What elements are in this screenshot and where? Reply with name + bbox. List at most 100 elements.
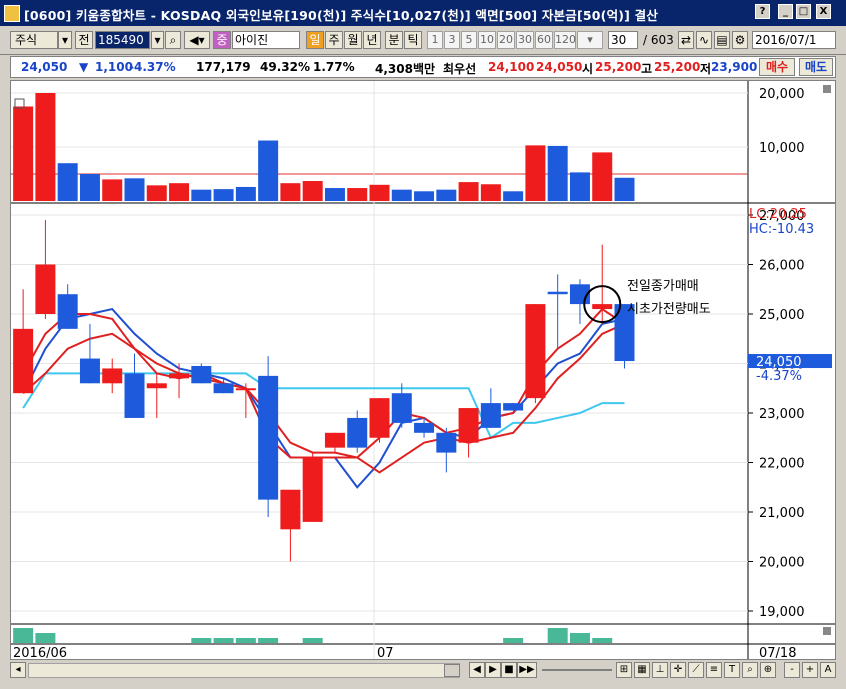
search-icon[interactable]: ⌕ bbox=[165, 31, 181, 49]
nav-next-button[interactable]: ▶ bbox=[485, 662, 501, 678]
grid-icon[interactable]: ⊞ bbox=[616, 662, 632, 678]
sub-indicator-bar bbox=[258, 638, 279, 643]
chart-canvas[interactable]: 20,00010,00027,00026,00025,00024,00023,0… bbox=[11, 81, 835, 659]
annotation-text-2: 시초가전량매도 bbox=[627, 302, 711, 317]
fib-tool-icon[interactable]: ≡ bbox=[706, 662, 722, 678]
volume-bar bbox=[13, 106, 34, 201]
code-dropdown-icon[interactable]: ▾ bbox=[151, 31, 164, 49]
sell-button[interactable]: 매도 bbox=[799, 58, 833, 76]
nav-stop-button[interactable]: ■ bbox=[501, 662, 517, 678]
candle-body bbox=[213, 383, 234, 394]
minute-option-30[interactable]: 30 bbox=[516, 31, 534, 49]
price-tick-label: 19,000 bbox=[759, 605, 805, 620]
open-price: 25,200 bbox=[595, 60, 642, 74]
volume-bar bbox=[503, 191, 524, 201]
volume-bar bbox=[302, 181, 323, 201]
prev-button[interactable]: 전 bbox=[75, 31, 93, 49]
minute-option-1[interactable]: 1 bbox=[427, 31, 443, 49]
candle-body bbox=[480, 403, 501, 428]
stock-name-field[interactable]: 아이진 bbox=[232, 31, 300, 49]
minute-custom-dropdown[interactable]: ▾ bbox=[577, 31, 603, 49]
volume-bar bbox=[458, 182, 479, 201]
zoom-out-button[interactable]: - bbox=[784, 662, 800, 678]
candle-body bbox=[13, 328, 34, 394]
tool-icon[interactable]: ⇄ bbox=[678, 31, 694, 49]
best-bid: 24,100 bbox=[488, 60, 535, 74]
volume-bar bbox=[369, 184, 390, 201]
x-label-0718: 07/18 bbox=[759, 646, 796, 659]
period-minute-button[interactable]: 분 bbox=[385, 31, 403, 49]
period-week-button[interactable]: 주 bbox=[325, 31, 343, 49]
zoom-slider[interactable] bbox=[542, 669, 612, 671]
title-bar: [0600] 키움종합차트 - KOSDAQ 외국인보유[190(천)] 주식수… bbox=[0, 0, 846, 26]
volume-bar bbox=[414, 191, 435, 201]
minute-option-5[interactable]: 5 bbox=[461, 31, 477, 49]
x-label-july: 07 bbox=[377, 646, 394, 659]
help-icon[interactable]: ? bbox=[755, 4, 770, 19]
chart-area: 20,00010,00027,00026,00025,00024,00023,0… bbox=[10, 80, 836, 660]
period-tick-button[interactable]: 틱 bbox=[404, 31, 422, 49]
zoom-reset-icon[interactable]: ⊕ bbox=[760, 662, 776, 678]
scroll-thumb[interactable] bbox=[444, 664, 460, 677]
stock-type-badge: 중 bbox=[213, 31, 231, 49]
print-icon[interactable]: ▤ bbox=[714, 31, 730, 49]
market-dropdown-icon[interactable]: ▾ bbox=[58, 31, 72, 49]
buy-button[interactable]: 매수 bbox=[759, 58, 795, 76]
candle-body bbox=[280, 489, 301, 530]
zoom-in-button[interactable]: + bbox=[802, 662, 818, 678]
sub-indicator-bar bbox=[547, 628, 568, 643]
candle-body bbox=[436, 432, 457, 453]
font-size-button[interactable]: A bbox=[820, 662, 836, 678]
speaker-icon[interactable]: ◀▾ bbox=[184, 31, 210, 49]
sub-indicator-bar bbox=[592, 638, 613, 643]
best-ask: 24,050 bbox=[536, 60, 583, 74]
volume-bar bbox=[235, 186, 256, 201]
current-price: 24,050 bbox=[21, 60, 68, 74]
settings-icon[interactable]: ⚙ bbox=[732, 31, 748, 49]
volume-bar bbox=[35, 93, 56, 201]
maximize-button[interactable]: □ bbox=[796, 4, 811, 19]
period-year-button[interactable]: 년 bbox=[363, 31, 381, 49]
nav-prev-button[interactable]: ◀ bbox=[469, 662, 485, 678]
compare-icon[interactable]: ▦ bbox=[634, 662, 650, 678]
candle-body bbox=[79, 358, 100, 384]
volume-bar bbox=[480, 184, 501, 201]
period-month-button[interactable]: 월 bbox=[344, 31, 362, 49]
scroll-left-icon[interactable]: ◂ bbox=[10, 662, 26, 678]
toolbar: 주식 ▾ 전 185490 ▾ ⌕ ◀▾ 중 아이진 일 주 월 년 분 틱 1… bbox=[0, 26, 846, 55]
minute-option-3[interactable]: 3 bbox=[444, 31, 460, 49]
volume-ratio: 49.32% bbox=[260, 60, 310, 74]
volume-bar bbox=[569, 172, 590, 201]
horizontal-scrollbar[interactable] bbox=[28, 663, 460, 678]
volume-bar bbox=[391, 189, 412, 201]
minute-option-20[interactable]: 20 bbox=[497, 31, 515, 49]
candle-body bbox=[35, 264, 56, 314]
minute-option-60[interactable]: 60 bbox=[535, 31, 553, 49]
stock-code-input[interactable]: 185490 bbox=[95, 31, 150, 49]
minute-option-120[interactable]: 120 bbox=[554, 31, 576, 49]
period-day-button[interactable]: 일 bbox=[306, 31, 324, 49]
date-input[interactable]: 2016/07/1 bbox=[752, 31, 836, 49]
sub-indicator-bar bbox=[191, 638, 212, 643]
count-input[interactable]: 30 bbox=[608, 31, 638, 49]
candle-body bbox=[191, 365, 212, 384]
volume-bar bbox=[191, 189, 212, 201]
market-select[interactable]: 주식 bbox=[10, 31, 58, 49]
minute-option-10[interactable]: 10 bbox=[478, 31, 496, 49]
crosshair-icon[interactable]: ✛ bbox=[670, 662, 686, 678]
text-tool-icon[interactable]: T bbox=[724, 662, 740, 678]
close-button[interactable]: X bbox=[816, 4, 831, 19]
bottom-bar: ◂ ◀ ▶ ■ ▶▶ ⊞ ▦ ⊥ ✛ ⟋ ≡ T ⌕ ⊕ - + A bbox=[0, 660, 846, 680]
line-tool-icon[interactable]: ⟋ bbox=[688, 662, 704, 678]
minimize-button[interactable]: _ bbox=[778, 4, 793, 19]
nav-end-button[interactable]: ▶▶ bbox=[517, 662, 537, 678]
candle-body bbox=[302, 457, 323, 522]
candle-body bbox=[324, 432, 345, 448]
chart-type-icon[interactable]: ∿ bbox=[696, 31, 712, 49]
sub-indicator-bar bbox=[235, 638, 256, 643]
measure-icon[interactable]: ⊥ bbox=[652, 662, 668, 678]
high-label: 고 bbox=[641, 62, 653, 76]
sub-indicator-bar bbox=[569, 633, 590, 643]
magnify-icon[interactable]: ⌕ bbox=[742, 662, 758, 678]
volume-bar bbox=[547, 145, 568, 201]
